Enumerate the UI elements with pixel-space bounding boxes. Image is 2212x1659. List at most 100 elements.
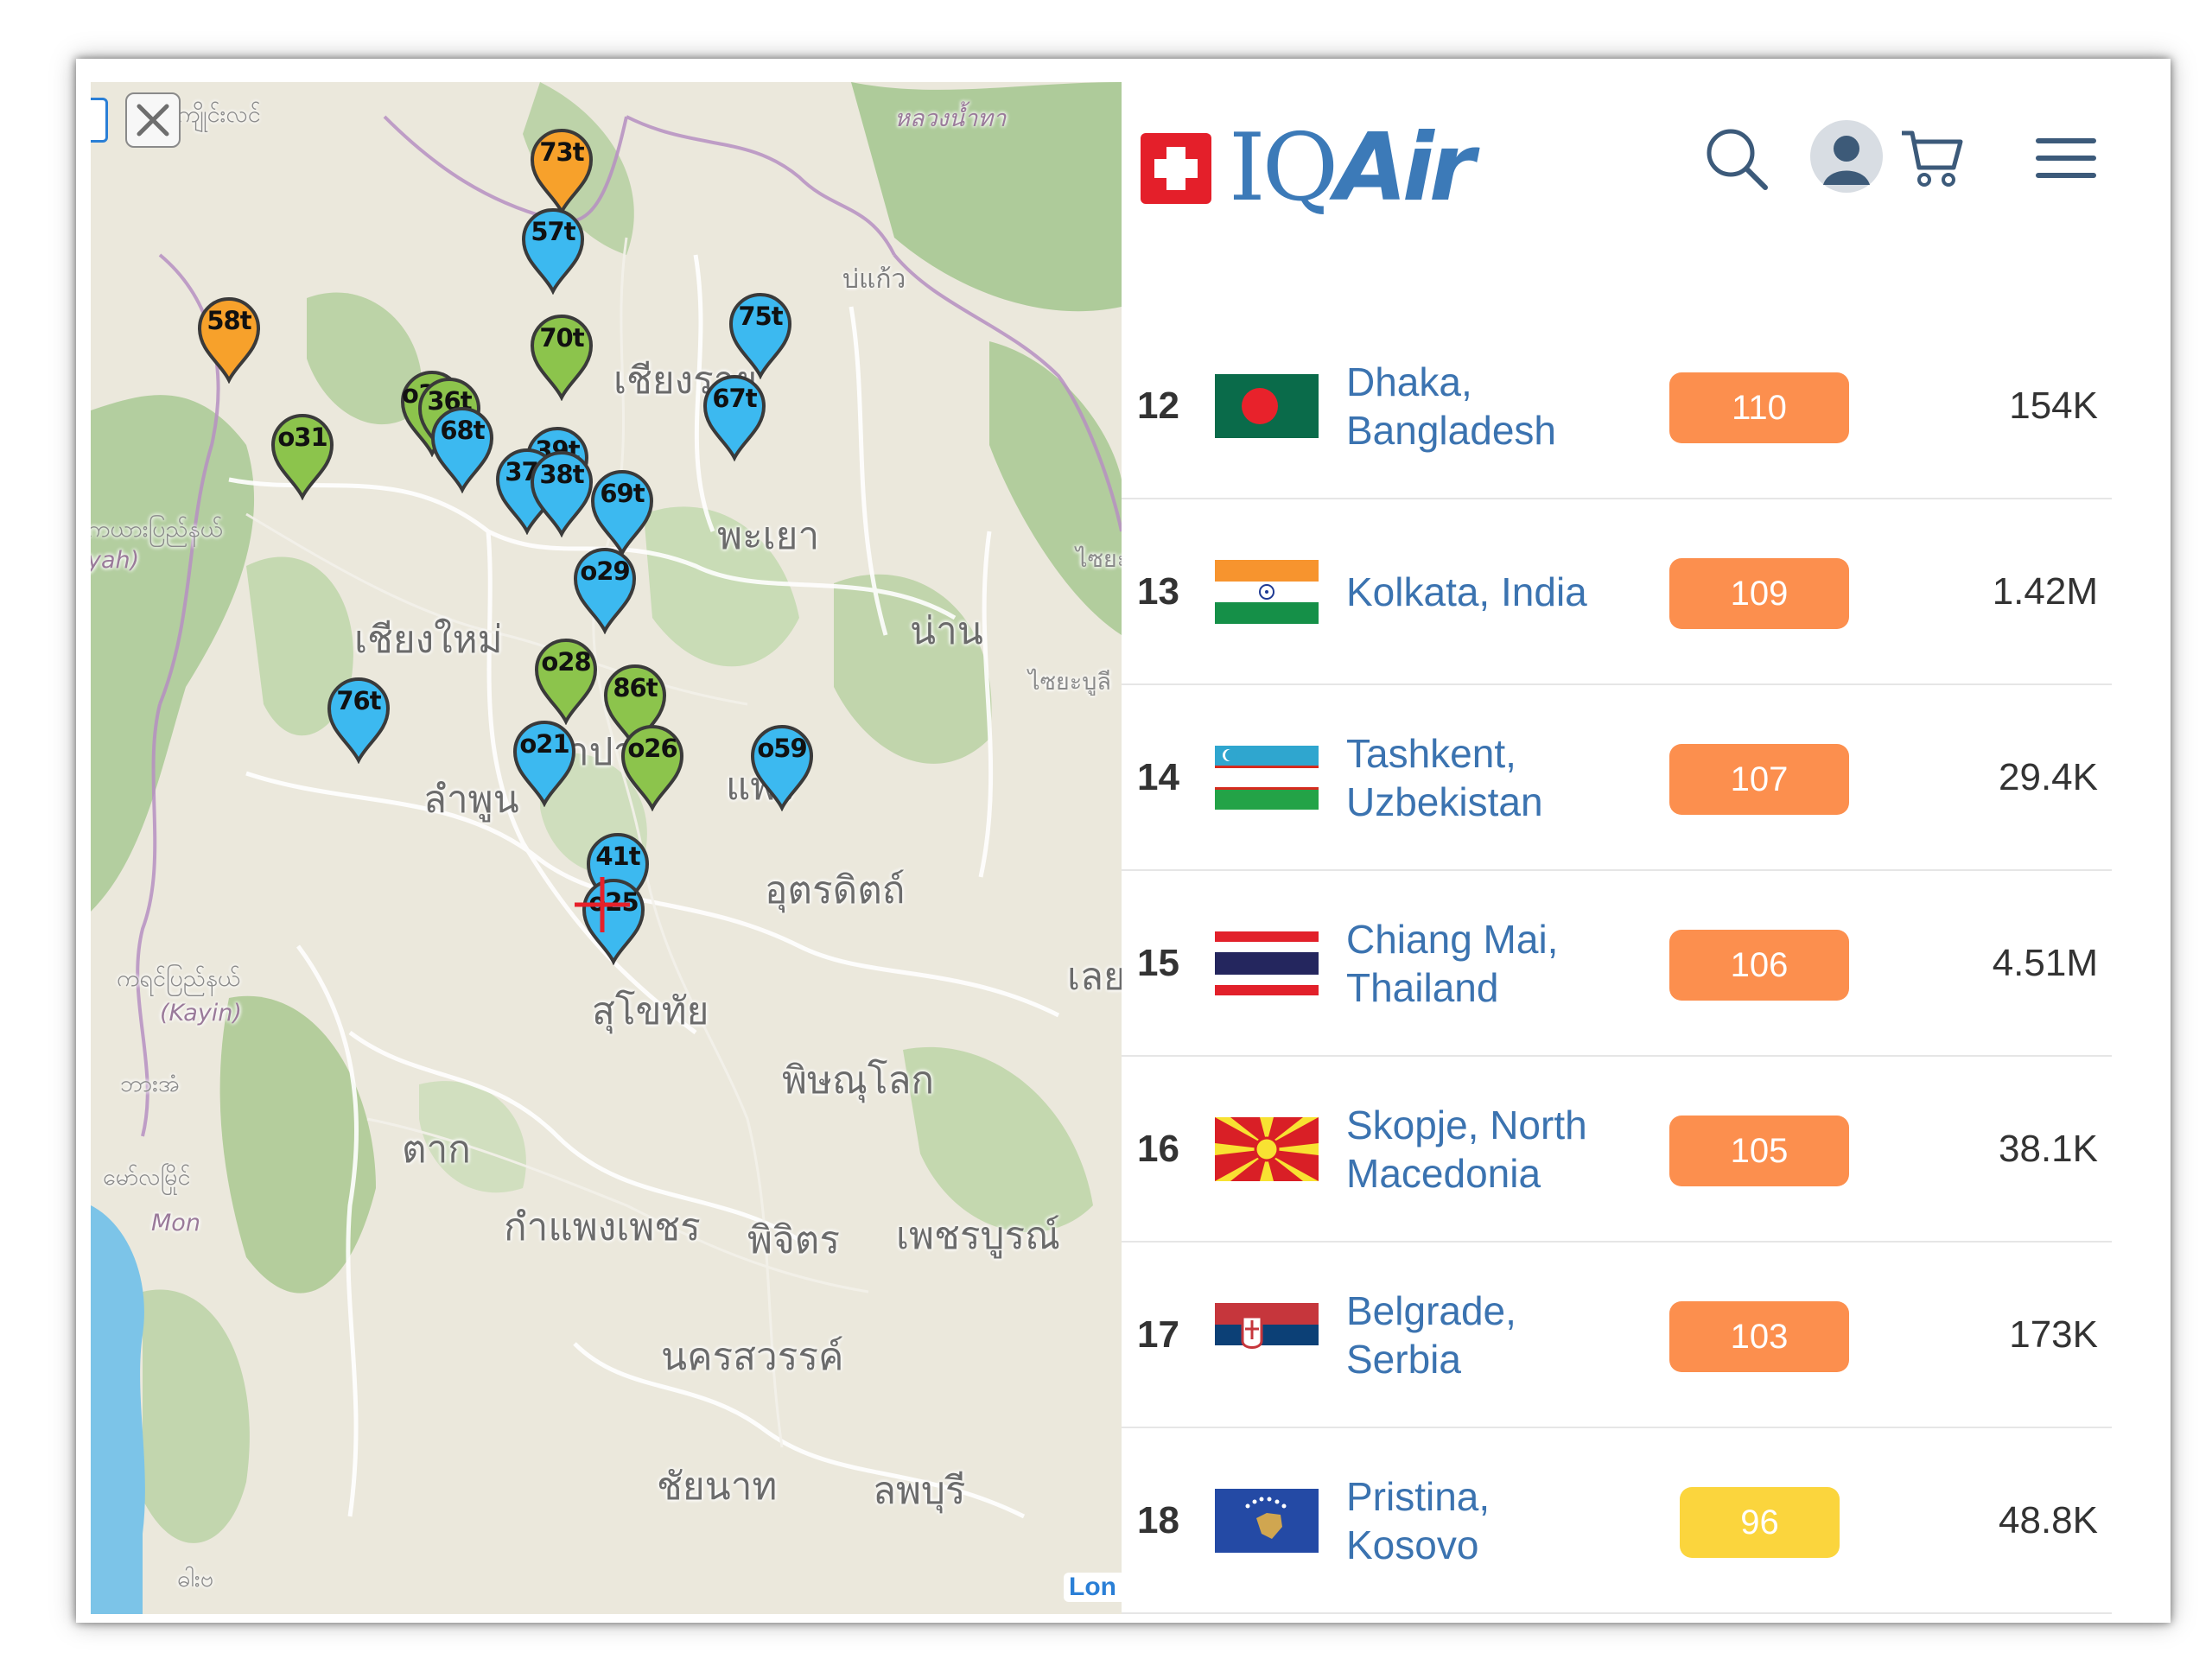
ranking-row[interactable]: 13 Kolkata, India 109 1.42M (1122, 499, 2112, 685)
city-name: Chiang Mai, Thailand (1346, 915, 1558, 1012)
population-value: 29.4K (1999, 756, 2098, 798)
map-pin[interactable]: o29 (570, 544, 639, 634)
map-pin[interactable]: 57t (518, 205, 588, 295)
city-link[interactable]: Tashkent, Uzbekistan (1346, 685, 1640, 869)
aqi-badge: 96 (1680, 1487, 1840, 1558)
map-pin-label: o31 (277, 423, 327, 452)
map-label-nan: น่าน (910, 609, 983, 653)
city-name-line2: Macedonia (1346, 1150, 1541, 1196)
user-avatar-icon[interactable] (1809, 119, 1884, 194)
map-pin-label: 70t (539, 323, 584, 353)
cart-icon[interactable] (1898, 126, 1967, 190)
air-quality-map[interactable]: หลวงน้ำทา บ่แก้ว ကျိုင်းလင် เชียงราย พะเ… (91, 82, 1122, 1614)
city-link[interactable]: Skopje, North Macedonia (1346, 1057, 1640, 1241)
close-button[interactable] (125, 92, 181, 148)
map-pin-label: 41t (595, 842, 640, 871)
ranking-row[interactable]: 18 Pristina, Kosovo 96 48.8K (1122, 1428, 2112, 1614)
swiss-flag-icon (1141, 133, 1211, 204)
map-label-sukhothai: สุโขทัย (592, 989, 709, 1033)
map-pin[interactable]: o31 (268, 410, 337, 500)
map-label-phitsanulok: พิษณุโลก (782, 1058, 935, 1103)
kosovo-flag-icon (1215, 1489, 1319, 1553)
zoom-control[interactable] (91, 98, 108, 143)
map-label-loei: เลย (1067, 955, 1122, 999)
map-pin-label: 73t (539, 137, 584, 167)
city-link[interactable]: Dhaka, Bangladesh (1346, 314, 1640, 498)
city-link[interactable]: Kolkata, India (1346, 499, 1640, 683)
ranking-row[interactable]: 16 Skopje, North Macedonia 105 38.1K (1122, 1057, 2112, 1243)
map-label-luang-namtha: หลวงน้ำทา (894, 105, 1007, 132)
map-pin-label: 67t (712, 384, 757, 413)
rank-number: 14 (1137, 756, 1179, 798)
map-pin[interactable]: o28 (531, 635, 601, 725)
city-name-line2: Uzbekistan (1346, 779, 1543, 824)
city-name-line2: Serbia (1346, 1336, 1461, 1382)
map-attribution[interactable]: Lon (1064, 1573, 1122, 1602)
city-link[interactable]: Chiang Mai, Thailand (1346, 871, 1640, 1055)
close-icon (137, 104, 169, 137)
hamburger-menu-icon[interactable] (2036, 137, 2096, 180)
map-pin-label: o28 (541, 647, 591, 677)
map-pin-label: 75t (738, 302, 783, 331)
map-pin-label: o59 (757, 734, 807, 763)
aqi-badge: 106 (1669, 930, 1849, 1001)
ranking-row[interactable]: 14 Tashkent, Uzbekistan 107 29.4K (1122, 685, 2112, 871)
map-pin[interactable]: 67t (700, 372, 769, 461)
map-label-uttaradit: อุตรดิตถ์ (765, 868, 906, 912)
ranking-row[interactable]: 15 Chiang Mai, Thailand 106 4.51M (1122, 871, 2112, 1057)
rank-number: 15 (1137, 942, 1179, 984)
ranking-panel: IQAir 12 Dhaka, Bangladesh 110 154K 13 Kolkata… (1122, 59, 2171, 1623)
map-pin[interactable]: 68t (428, 404, 497, 493)
map-pin-label: 68t (440, 416, 485, 445)
map-label-nakhon-sawan: นครสวรรค์ (661, 1335, 844, 1379)
map-pin[interactable]: 69t (588, 467, 657, 556)
serbia-flag-icon (1215, 1303, 1319, 1367)
rank-number: 17 (1137, 1313, 1179, 1356)
map-label-phichit: พิจิตร (747, 1218, 840, 1262)
iqair-logo[interactable]: IQAir (1141, 122, 1475, 215)
map-label-tachileik: ကျိုင်းလင် (177, 101, 261, 128)
map-label-bokeo: บ่แก้ว (842, 264, 906, 295)
map-pin[interactable]: o59 (747, 721, 817, 811)
map-pin[interactable]: 70t (527, 311, 596, 401)
map-pin-label: 76t (336, 686, 381, 715)
map-pin-label: 38t (539, 460, 584, 489)
map-pin[interactable]: 75t (726, 289, 795, 379)
population-value: 173K (2009, 1313, 2098, 1356)
city-name-line1: Pristina, (1346, 1473, 1491, 1519)
map-pin-label: 86t (613, 673, 658, 702)
population-value: 154K (2009, 385, 2098, 427)
map-label-lopburi: ลพบุรี (873, 1469, 966, 1513)
ranking-row[interactable]: 17 Belgrade, Serbia 103 173K (1122, 1243, 2112, 1428)
rank-number: 12 (1137, 385, 1179, 427)
map-label-xaignabouli: ไซยะบูลี (1028, 669, 1111, 696)
screenshot-frame: หลวงน้ำทา บ่แก้ว ကျိုင်းလင် เชียงราย พะเ… (76, 59, 2171, 1623)
map-pin[interactable]: 58t (194, 294, 264, 384)
rank-number: 16 (1137, 1128, 1179, 1170)
search-icon[interactable] (1703, 125, 1772, 194)
country-flag (1215, 746, 1319, 810)
india-flag-icon (1215, 560, 1319, 624)
map-label-kayin-en: (Kayin) (160, 1000, 242, 1027)
bangladesh-flag-icon (1215, 374, 1319, 438)
country-flag (1215, 374, 1319, 438)
map-label-kayin: ကရင်ပြည်နယ် (117, 965, 241, 992)
map-pin[interactable]: 73t (527, 125, 596, 215)
city-name: Skopje, North Macedonia (1346, 1101, 1587, 1198)
rank-number: 18 (1137, 1499, 1179, 1541)
map-label-xaignabouli-short: ไซยะ (1076, 546, 1122, 573)
city-link[interactable]: Belgrade, Serbia (1346, 1243, 1640, 1427)
country-flag (1215, 1117, 1319, 1181)
brand-name: IQAir (1229, 122, 1475, 215)
map-label-chai-nat: ชัยนาท (657, 1465, 778, 1509)
ranking-row[interactable]: 12 Dhaka, Bangladesh 110 154K (1122, 314, 2112, 499)
aqi-badge: 103 (1669, 1301, 1849, 1372)
map-pin[interactable]: o26 (618, 721, 687, 811)
map-pin[interactable]: 38t (527, 448, 596, 537)
map-pin-label: 58t (207, 306, 251, 335)
city-link[interactable]: Pristina, Kosovo (1346, 1428, 1640, 1612)
map-label-phayao: พะเยา (717, 514, 820, 558)
city-name-line1: Tashkent, (1346, 730, 1516, 776)
map-pin[interactable]: 76t (324, 674, 393, 764)
map-pin[interactable]: o21 (510, 717, 579, 807)
